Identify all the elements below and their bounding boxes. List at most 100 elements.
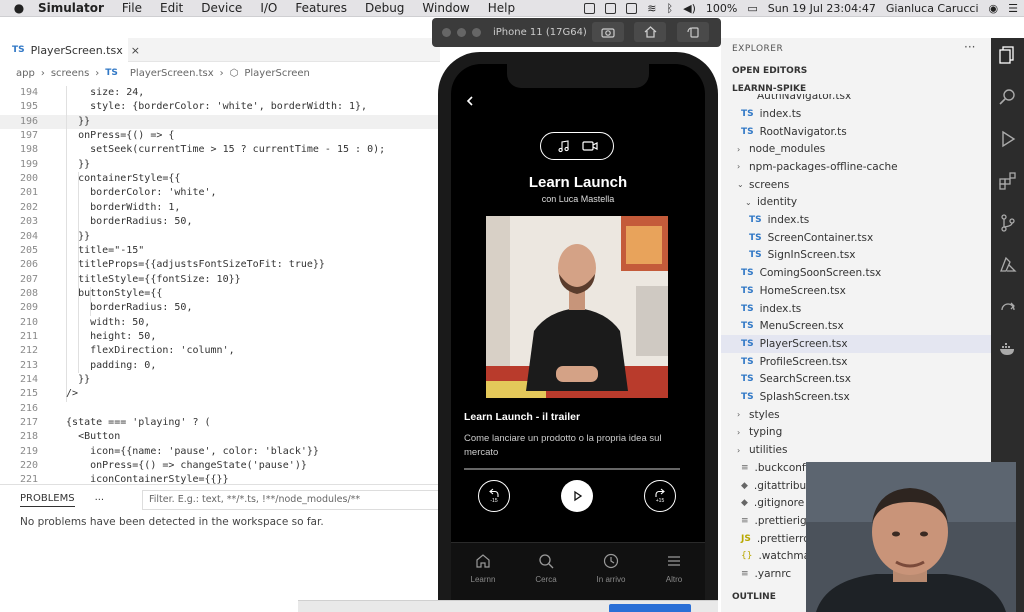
code-line[interactable]: setSeek(currentTime > 15 ? currentTime -… [54,143,385,157]
source-control-icon[interactable] [999,214,1017,232]
file-item[interactable]: ≡ .yarnrc [721,565,791,583]
menu-file[interactable]: File [122,1,142,15]
menu-features[interactable]: Features [295,1,347,15]
code-line[interactable]: size: 24, [54,86,144,100]
breadcrumb-item[interactable]: PlayerScreen.tsx [130,68,214,79]
menu-list-icon[interactable]: ☰ [1008,2,1018,15]
chevron-right-icon[interactable]: › [737,145,743,154]
tab-altro[interactable]: Altro [644,553,704,584]
volume-icon[interactable]: ◀) [683,2,696,15]
code-line[interactable]: borderRadius: 50, [54,301,192,315]
file-item[interactable]: TS SplashScreen.tsx [721,388,850,406]
explorer-more-icon[interactable]: ··· [964,40,975,54]
video-player[interactable] [486,216,668,398]
forward-15-button[interactable]: +15 [644,480,676,512]
folder-item[interactable]: › utilities [721,441,788,459]
explorer-files-icon[interactable] [999,46,1017,64]
datetime[interactable]: Sun 19 Jul 23:04:47 [768,2,876,15]
folder-item[interactable]: › npm-packages-offline-cache [721,158,898,176]
breadcrumb-item[interactable]: app [16,68,35,79]
rewind-15-button[interactable]: -15 [478,480,510,512]
folder-item[interactable]: ⌄ identity [721,194,797,212]
media-type-toggle[interactable] [540,132,614,160]
apple-menu-icon[interactable]: ● [0,1,38,15]
user-name[interactable]: Gianluca Carucci [886,2,979,15]
code-line[interactable]: }} [54,115,90,129]
video-progress-bar[interactable] [464,468,680,470]
status-app-icon[interactable] [605,3,617,14]
file-item[interactable]: TS PlayerScreen.tsx [721,335,991,353]
remote-explorer-icon[interactable] [999,298,1017,316]
tab-in-arrivo[interactable]: In arrivo [581,553,641,584]
tab-learnn[interactable]: Learnn [453,553,513,584]
code-line[interactable]: style: {borderColor: 'white', borderWidt… [54,100,367,114]
close-tab-icon[interactable]: × [131,44,140,57]
code-line[interactable]: titleStyle={{fontSize: 10}} [54,273,241,287]
code-line[interactable]: {state === 'playing' ? ( [54,416,211,430]
rotate-button[interactable] [677,22,709,42]
code-line[interactable]: borderWidth: 1, [54,201,180,215]
blue-button[interactable] [609,604,691,612]
scrolled-tree-item[interactable]: AuthNavigator.tsx [757,94,851,101]
file-item[interactable]: TS RootNavigator.ts [721,123,847,141]
search-icon[interactable] [999,88,1017,106]
code-line[interactable]: titleProps={{adjustsFontSizeToFit: true}… [54,258,325,272]
chevron-right-icon[interactable]: › [737,446,743,455]
battery-icon[interactable]: ▭ [747,2,757,15]
file-item[interactable]: TS index.ts [721,105,801,123]
code-line[interactable]: }} [54,373,90,387]
tab-player-screen[interactable]: TS PlayerScreen.tsx × [0,38,140,62]
folder-item[interactable]: › node_modules [721,140,825,158]
tab-cerca[interactable]: Cerca [516,553,576,584]
panel-more-icon[interactable]: ··· [95,495,105,506]
code-line[interactable]: }} [54,230,90,244]
code-line[interactable]: onPress={() => { [54,129,174,143]
breadcrumb-item[interactable]: screens [51,68,89,79]
menu-help[interactable]: Help [488,1,515,15]
code-line[interactable]: icon={{name: 'pause', color: 'black'}} [54,445,319,459]
code-line[interactable]: /> [54,387,78,401]
menu-device[interactable]: Device [201,1,242,15]
chevron-down-icon[interactable]: ⌄ [745,198,752,207]
battery-percent[interactable]: 100% [706,2,737,15]
file-item[interactable]: ≡ .buckconfig [721,459,815,477]
run-debug-icon[interactable] [999,130,1017,148]
menu-io[interactable]: I/O [260,1,277,15]
open-editors-section[interactable]: OPEN EDITORS [732,66,807,76]
siri-icon[interactable]: ◉ [989,2,999,15]
file-item[interactable]: TS ProfileScreen.tsx [721,353,848,371]
code-line[interactable]: height: 50, [54,330,156,344]
folder-item[interactable]: ⌄ screens [721,176,789,194]
file-item[interactable]: TS ComingSoonScreen.tsx [721,264,881,282]
docker-icon[interactable] [999,340,1017,358]
folder-item[interactable]: › typing [721,424,782,442]
code-line[interactable]: buttonStyle={{ [54,287,162,301]
code-line[interactable]: borderColor: 'white', [54,186,216,200]
code-line[interactable]: }} [54,158,90,172]
zoom-window-icon[interactable] [472,28,481,37]
bluetooth-icon[interactable]: ᛒ [667,2,674,15]
code-line[interactable]: padding: 0, [54,359,156,373]
file-item[interactable]: TS index.ts [721,300,801,318]
code-line[interactable]: iconContainerStyle={{}} [54,473,229,484]
minimize-window-icon[interactable] [457,28,466,37]
tab-problems[interactable]: PROBLEMS [20,493,75,507]
home-button[interactable] [634,22,666,42]
menu-debug[interactable]: Debug [365,1,404,15]
code-line[interactable]: title="-15" [54,244,144,258]
code-line[interactable]: onPress={() => changeState('pause')} [54,459,307,473]
code-line[interactable]: flexDirection: 'column', [54,344,235,358]
status-app-icon[interactable] [626,3,638,14]
chevron-right-icon[interactable]: › [737,162,743,171]
menu-app-name[interactable]: Simulator [38,1,104,15]
file-item[interactable]: TS index.ts [721,211,809,229]
project-section[interactable]: LEARNN-SPIKE [732,84,806,94]
file-item[interactable]: ◆ .gitignore [721,494,804,512]
file-item[interactable]: TS SearchScreen.tsx [721,371,851,389]
wifi-icon[interactable]: ≋ [647,2,656,15]
file-item[interactable]: TS HomeScreen.tsx [721,282,846,300]
azure-icon[interactable] [999,256,1017,274]
problems-filter-input[interactable]: Filter. E.g.: text, **/*.ts, !**/node_mo… [142,490,440,510]
close-window-icon[interactable] [442,28,451,37]
status-app-icon[interactable] [584,3,596,14]
